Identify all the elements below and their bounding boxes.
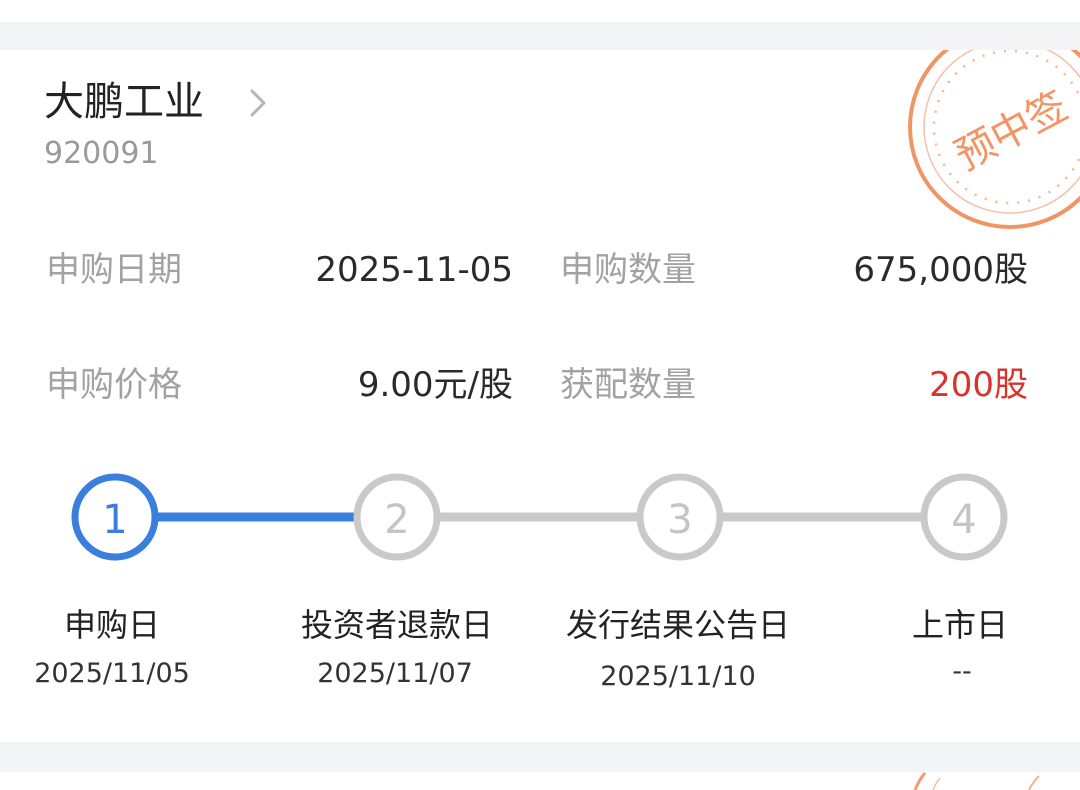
price-value: 9.00元/股 — [357, 365, 513, 405]
step-2-name: 投资者退款日 — [300, 606, 493, 644]
step-3-date: 2025/11/10 — [600, 661, 756, 692]
next-card-stamp-edge — [913, 772, 1040, 790]
top-card-bottom-edge — [0, 0, 1080, 22]
step-1-name: 申购日 — [63, 606, 160, 644]
progress-steps: 1 2 3 4 — [71, 473, 1008, 561]
price-label: 申购价格 — [46, 365, 182, 405]
step-1-marker: 1 — [71, 473, 159, 561]
step-2-date: 2025/11/07 — [317, 658, 473, 689]
step-4-date: -- — [952, 656, 972, 687]
allotted-label: 获配数量 — [560, 365, 696, 405]
subscribe-date-label: 申购日期 — [46, 250, 182, 290]
step-4-number: 4 — [951, 497, 976, 543]
step-2-number: 2 — [384, 497, 409, 543]
stock-code: 920091 — [44, 136, 159, 171]
step-3-name: 发行结果公告日 — [565, 606, 790, 644]
step-1-number: 1 — [102, 497, 127, 543]
subscribe-qty-value: 675,000股 — [853, 250, 1028, 290]
next-ipo-card[interactable] — [0, 772, 1080, 790]
step-2-marker: 2 — [353, 473, 441, 561]
step-3-marker: 3 — [636, 473, 724, 561]
chevron-right-icon[interactable] — [248, 88, 270, 118]
subscribe-qty-label: 申购数量 — [560, 250, 696, 290]
step-4-name: 上市日 — [911, 606, 1008, 644]
step-1-date: 2025/11/05 — [34, 658, 190, 689]
pre-win-stamp: 预中签 — [908, 50, 1080, 229]
step-4-marker: 4 — [920, 473, 1008, 561]
step-3-number: 3 — [667, 497, 692, 543]
subscribe-date-value: 2025-11-05 — [315, 250, 513, 290]
stamp-text: 预中签 — [948, 83, 1076, 180]
ipo-card[interactable]: 大鹏工业 920091 预中签 申购日期 2025-11-05 申购数量 675… — [0, 50, 1080, 742]
stock-name[interactable]: 大鹏工业 — [44, 76, 204, 128]
allotted-value: 200股 — [929, 365, 1028, 405]
